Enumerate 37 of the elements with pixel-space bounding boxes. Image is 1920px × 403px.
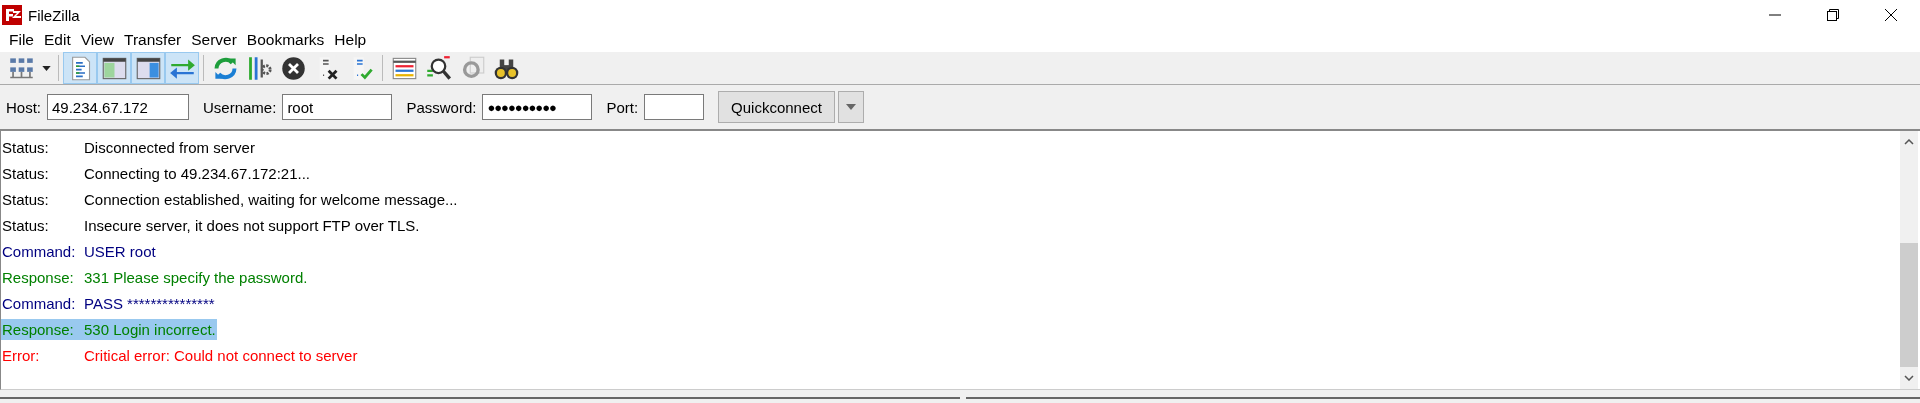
password-field[interactable]: ●●●●●●●●●● — [482, 94, 593, 120]
menu-item[interactable]: Edit — [39, 31, 76, 49]
menu-item[interactable]: Bookmarks — [241, 31, 330, 49]
close-icon[interactable] — [1884, 8, 1898, 22]
password-label: Password: — [406, 98, 477, 116]
username-label: Username: — [203, 98, 277, 116]
window-title: FileZilla — [28, 6, 80, 24]
magnifier-icon — [424, 54, 452, 82]
menu-item[interactable]: Transfer — [119, 31, 187, 49]
scroll-down-icon[interactable] — [1904, 375, 1914, 381]
host-label: Host: — [6, 98, 41, 116]
menu-item[interactable]: File — [4, 31, 39, 49]
username-field[interactable]: root — [282, 94, 393, 120]
menu-item[interactable]: View — [75, 31, 120, 49]
log-entry[interactable]: Command: PASS *************** — [1, 292, 216, 314]
quickconnect-button[interactable]: Quickconnect — [718, 91, 835, 123]
dropdown-button[interactable] — [838, 91, 864, 123]
caret-icon — [846, 104, 856, 110]
log-entry[interactable]: Error: Critical error: Could not connect to server — [1, 344, 359, 366]
log-entry[interactable]: Status: Connection established, waiting for welcome message... — [1, 188, 459, 210]
log-entry[interactable]: Status: Insecure server, it does not support FTP over TLS. — [1, 214, 421, 236]
menu-item[interactable]: Help — [329, 31, 372, 49]
toolbar-button[interactable] — [97, 52, 131, 84]
port-field[interactable] — [644, 94, 705, 120]
scroll-up-icon[interactable] — [1904, 139, 1914, 145]
cancel-icon — [279, 54, 307, 82]
log-entry[interactable]: Status: Disconnected from server — [1, 136, 256, 158]
restore-icon[interactable] — [1826, 8, 1840, 22]
scrollbar[interactable] — [1900, 131, 1918, 389]
menu-item[interactable]: Server — [186, 31, 242, 49]
log-entry[interactable]: Response: 331 Please specify the password. — [1, 266, 309, 288]
log-entry[interactable]: Status: Connecting to 49.234.67.172:21... — [1, 162, 311, 184]
host-field[interactable]: 49.234.67.172 — [47, 94, 189, 120]
caret-icon — [41, 65, 51, 71]
port-label: Port: — [606, 98, 639, 116]
log-entry[interactable]: Command: USER root — [1, 240, 157, 262]
toolbar-button[interactable] — [131, 52, 165, 84]
